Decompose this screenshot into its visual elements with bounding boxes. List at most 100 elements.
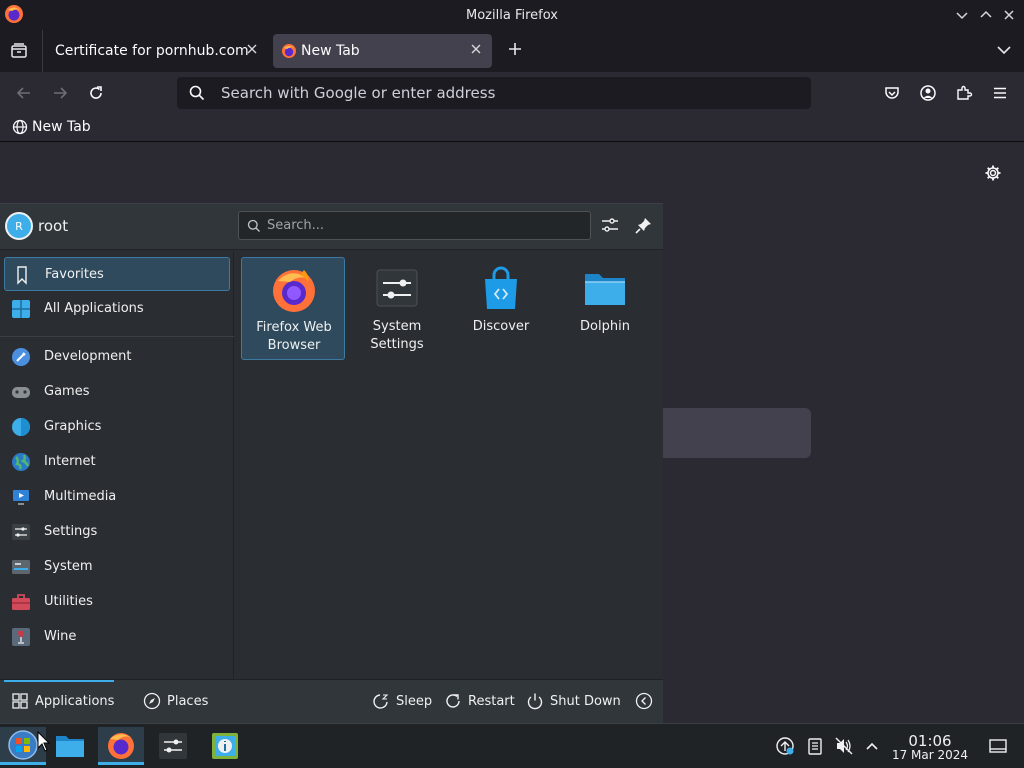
- app-discover[interactable]: Discover: [449, 257, 553, 360]
- gear-icon[interactable]: [984, 164, 1002, 182]
- new-tab-button[interactable]: [504, 39, 526, 61]
- applications-tab[interactable]: Applications: [11, 692, 114, 710]
- show-desktop-icon[interactable]: [988, 736, 1008, 756]
- updates-icon[interactable]: [775, 736, 795, 756]
- category-sidebar: Favorites All Applications Development G…: [0, 251, 234, 679]
- app-label: Dolphin: [580, 319, 630, 334]
- discover-icon: [485, 266, 517, 309]
- category-label: Multimedia: [44, 489, 117, 504]
- list-all-tabs-button[interactable]: [994, 40, 1014, 60]
- sidebar-divider: [0, 336, 234, 337]
- close-window-button[interactable]: [999, 5, 1019, 25]
- tab-label: New Tab: [301, 43, 360, 59]
- taskbar-dolphin[interactable]: [47, 727, 93, 765]
- tab-certificate[interactable]: Certificate for pornhub.com: [46, 34, 268, 68]
- category-graphics[interactable]: Graphics: [4, 410, 230, 444]
- tab-separator: [42, 30, 43, 72]
- clock-date[interactable]: 17 Mar 2024: [889, 748, 971, 762]
- avatar[interactable]: R: [5, 212, 33, 240]
- extensions-button[interactable]: [953, 82, 975, 104]
- app-dolphin[interactable]: Dolphin: [553, 257, 657, 360]
- taskbar-firefox[interactable]: [98, 727, 144, 765]
- app-firefox[interactable]: Firefox Web Browser: [241, 257, 345, 360]
- puzzle-icon: [957, 85, 973, 100]
- chevron-left-circle-icon: [635, 692, 653, 710]
- category-label: Games: [44, 384, 90, 399]
- favorites-grid: Firefox Web Browser System Settings Disc…: [236, 251, 663, 679]
- account-button[interactable]: [917, 82, 939, 104]
- restart-button[interactable]: Restart: [444, 692, 515, 710]
- launcher-search-field[interactable]: [238, 211, 591, 240]
- close-icon: [471, 44, 481, 54]
- app-label: Firefox Web Browser: [256, 320, 332, 353]
- window-title: Mozilla Firefox: [466, 7, 558, 23]
- forward-button[interactable]: [49, 82, 71, 104]
- category-wine[interactable]: Wine: [4, 620, 230, 654]
- category-utilities[interactable]: Utilities: [4, 585, 230, 619]
- configure-icon[interactable]: [600, 215, 620, 235]
- launcher-footer: Applications Places Sleep Restart Shut D…: [0, 679, 663, 724]
- category-favorites[interactable]: Favorites: [4, 257, 230, 291]
- folder-icon: [585, 274, 625, 305]
- launcher-search-input[interactable]: [267, 212, 577, 239]
- back-button[interactable]: [13, 82, 35, 104]
- clipboard-icon[interactable]: [805, 736, 825, 756]
- tab-close-button[interactable]: [468, 43, 484, 59]
- pin-icon[interactable]: [634, 215, 654, 235]
- category-label: Favorites: [45, 267, 104, 282]
- bookmark-new-tab[interactable]: New Tab: [12, 119, 91, 135]
- sleep-button[interactable]: Sleep: [372, 692, 432, 710]
- compass-icon: [143, 692, 161, 710]
- app-label: Discover: [472, 319, 530, 334]
- taskbar-system-settings[interactable]: [150, 727, 196, 765]
- active-tab-indicator: [4, 680, 114, 682]
- navigation-toolbar: [0, 72, 1024, 114]
- reload-button[interactable]: [85, 82, 107, 104]
- bookmark-icon: [17, 266, 27, 285]
- address-bar[interactable]: [177, 77, 811, 109]
- taskbar-panel: 01:06 17 Mar 2024: [0, 723, 1024, 768]
- menu-button[interactable]: [989, 82, 1011, 104]
- app-system-settings[interactable]: System Settings: [345, 257, 449, 360]
- url-input[interactable]: [221, 77, 781, 109]
- sleep-icon: [373, 694, 389, 709]
- category-label: Graphics: [44, 419, 102, 434]
- taskbar-info-center[interactable]: [202, 727, 248, 765]
- development-icon: [12, 348, 30, 366]
- firefox-view-button[interactable]: [8, 40, 30, 62]
- maximize-button[interactable]: [976, 5, 996, 25]
- plus-icon: [509, 43, 521, 55]
- category-internet[interactable]: Internet: [4, 445, 230, 479]
- category-all-applications[interactable]: All Applications: [4, 292, 230, 326]
- bookmark-label: New Tab: [32, 119, 91, 135]
- system-icon: [12, 560, 30, 574]
- category-label: All Applications: [44, 301, 144, 316]
- search-icon: [189, 85, 205, 101]
- category-development[interactable]: Development: [4, 340, 230, 374]
- category-label: Internet: [44, 454, 96, 469]
- grid-icon: [12, 300, 30, 318]
- graphics-icon: [12, 418, 30, 436]
- application-launcher: R root Favorites All Applications Deve: [0, 203, 663, 724]
- category-multimedia[interactable]: Multimedia: [4, 480, 230, 514]
- places-tab[interactable]: Places: [143, 692, 208, 710]
- category-label: Settings: [44, 524, 98, 539]
- hamburger-menu-icon: [994, 87, 1006, 99]
- chevron-down-icon: [956, 12, 968, 20]
- category-settings[interactable]: Settings: [4, 515, 230, 549]
- applications-icon: [12, 693, 28, 709]
- arrow-left-icon: [16, 87, 30, 99]
- category-games[interactable]: Games: [4, 375, 230, 409]
- pocket-button[interactable]: [881, 82, 903, 104]
- minimize-button[interactable]: [952, 5, 972, 25]
- system-settings-icon: [159, 733, 187, 759]
- chevron-up-icon[interactable]: [862, 736, 882, 756]
- category-system[interactable]: System: [4, 550, 230, 584]
- shutdown-button[interactable]: Shut Down: [526, 692, 621, 710]
- more-power-options-button[interactable]: [635, 692, 653, 710]
- tab-close-button[interactable]: [244, 43, 260, 59]
- tab-new-tab[interactable]: New Tab: [273, 34, 492, 68]
- app-label: System Settings: [370, 319, 424, 352]
- firefox-icon: [108, 732, 134, 759]
- volume-muted-icon[interactable]: [834, 736, 854, 756]
